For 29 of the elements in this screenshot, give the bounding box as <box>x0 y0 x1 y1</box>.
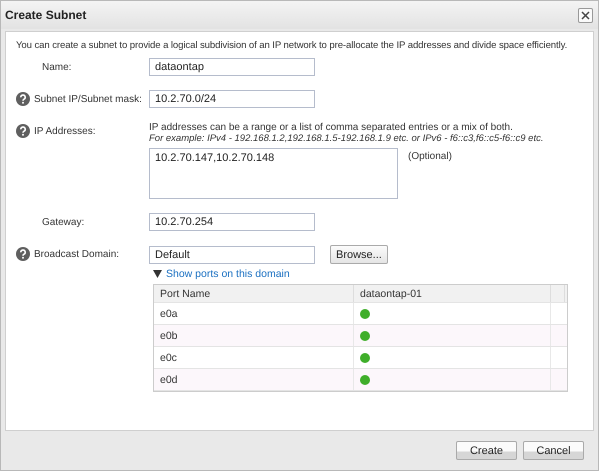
help-icon[interactable] <box>16 247 30 261</box>
intro-text: You can create a subnet to provide a logical subdivision of an IP network to pre-allocate the IP addresses and divide space efficiently. <box>16 40 568 51</box>
window-title: Create Subnet <box>5 8 86 22</box>
table-cell: e0c <box>154 347 354 368</box>
broadcast-domain-field[interactable]: Default <box>149 246 315 264</box>
help-icon[interactable] <box>16 124 30 138</box>
table-cell: e0a <box>154 303 354 324</box>
field-label: Broadcast Domain: <box>34 248 120 260</box>
triangle-icon <box>153 270 162 278</box>
show-ports-link[interactable]: Show ports on this domain <box>153 268 290 280</box>
text-field[interactable]: 10.2.70.254 <box>149 213 315 231</box>
help-icon[interactable] <box>16 92 30 106</box>
text-field[interactable]: 10.2.70.0/24 <box>149 90 315 108</box>
field-label: Subnet IP/Subnet mask: <box>34 94 142 104</box>
table-cell: e0d <box>154 369 354 390</box>
text-field[interactable]: dataontap <box>149 58 315 76</box>
table-cell: e0b <box>154 325 354 346</box>
cancel-button[interactable]: Cancel <box>523 441 584 460</box>
ip-addresses-field[interactable]: 10.2.70.147,10.2.70.148 <box>149 148 398 199</box>
field-label: IP Addresses: <box>34 126 96 136</box>
example-text: For example: IPv4 - 192.168.1.2,192.168.1.5-192.168.1.9 etc. or IPv6 - f6::c3,f6::c5-f6::c9 etc. <box>149 133 544 144</box>
close-icon <box>581 10 590 20</box>
field-label: Gateway: <box>42 216 84 228</box>
create-button[interactable]: Create <box>456 441 517 460</box>
hint-text: IP addresses can be a range or a list of comma separated entries or a mix of both. <box>149 122 514 133</box>
close-button[interactable] <box>578 8 593 22</box>
field-label: Name: <box>42 62 72 72</box>
optional-note: (Optional) <box>408 151 452 162</box>
browse-button[interactable]: Browse... <box>330 245 388 264</box>
